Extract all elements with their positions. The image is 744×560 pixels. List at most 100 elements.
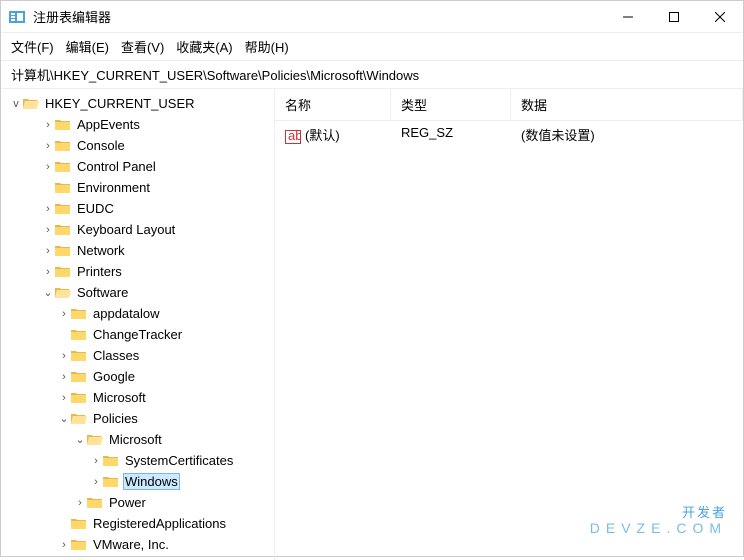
folder-open-icon xyxy=(55,286,71,300)
tree-item-label: Power xyxy=(107,495,148,510)
tree-item-label: Printers xyxy=(75,264,124,279)
tree-item-label: ChangeTracker xyxy=(91,327,184,342)
chevron-right-icon[interactable]: › xyxy=(41,161,55,173)
folder-icon xyxy=(55,160,71,174)
menu-view[interactable]: 查看(V) xyxy=(121,37,164,56)
folder-open-icon xyxy=(87,433,103,447)
tree-item[interactable]: › Printers xyxy=(1,261,274,282)
chevron-down-icon[interactable]: ⌄ xyxy=(41,286,55,299)
tree-item[interactable]: ⌄ Software xyxy=(1,282,274,303)
col-name[interactable]: 名称 xyxy=(275,89,391,120)
chevron-right-icon[interactable]: › xyxy=(41,245,55,257)
folder-icon xyxy=(71,370,87,384)
tree-item-label: appdatalow xyxy=(91,306,162,321)
folder-icon xyxy=(71,517,87,531)
folder-open-icon xyxy=(23,97,39,111)
tree-item[interactable]: RegisteredApplications xyxy=(1,513,274,534)
chevron-right-icon[interactable]: › xyxy=(41,224,55,236)
address-bar[interactable]: 计算机\HKEY_CURRENT_USER\Software\Policies\… xyxy=(1,61,743,89)
svg-text:ab: ab xyxy=(288,130,301,143)
window-controls xyxy=(605,1,743,33)
col-type[interactable]: 类型 xyxy=(391,89,511,120)
folder-icon xyxy=(55,202,71,216)
tree-item[interactable]: ⌄ Policies xyxy=(1,408,274,429)
tree-item-label: Microsoft xyxy=(91,390,148,405)
folder-icon xyxy=(55,181,71,195)
tree-item-label: Classes xyxy=(91,348,141,363)
chevron-down-icon[interactable]: v xyxy=(9,98,23,110)
menu-file[interactable]: 文件(F) xyxy=(11,37,54,56)
tree-item[interactable]: › Power xyxy=(1,492,274,513)
tree-item-label: Control Panel xyxy=(75,159,158,174)
menu-favorites[interactable]: 收藏夹(A) xyxy=(176,37,232,56)
tree-item-label: Google xyxy=(91,369,137,384)
tree-item[interactable]: ›Windows xyxy=(1,471,274,492)
folder-icon xyxy=(103,475,119,489)
chevron-right-icon[interactable]: › xyxy=(41,266,55,278)
tree-item[interactable]: › Console xyxy=(1,135,274,156)
folder-icon xyxy=(103,454,119,468)
tree-item-label: Software xyxy=(75,285,130,300)
folder-open-icon xyxy=(71,412,87,426)
chevron-right-icon[interactable]: › xyxy=(57,350,71,362)
menu-help[interactable]: 帮助(H) xyxy=(245,37,289,56)
tree-item[interactable]: › Keyboard Layout xyxy=(1,219,274,240)
tree-item[interactable]: › Classes xyxy=(1,345,274,366)
tree-item[interactable]: › SystemCertificates xyxy=(1,450,274,471)
tree-item[interactable]: ›Wow6432Node xyxy=(1,555,274,560)
tree-item[interactable]: Environment xyxy=(1,177,274,198)
chevron-right-icon[interactable]: › xyxy=(89,476,103,488)
folder-icon xyxy=(71,538,87,552)
tree-item[interactable]: ⌄Microsoft xyxy=(1,429,274,450)
value-data: (数值未设置) xyxy=(511,121,743,148)
chevron-right-icon[interactable]: › xyxy=(41,140,55,152)
tree-item-label: SystemCertificates xyxy=(123,453,235,468)
app-icon xyxy=(9,9,25,25)
close-button[interactable] xyxy=(697,1,743,33)
tree-item[interactable]: › VMware, Inc. xyxy=(1,534,274,555)
chevron-right-icon[interactable]: › xyxy=(57,308,71,320)
path-text: 计算机\HKEY_CURRENT_USER\Software\Policies\… xyxy=(11,68,419,83)
maximize-button[interactable] xyxy=(651,1,697,33)
tree-item-label: Policies xyxy=(91,411,140,426)
chevron-right-icon[interactable]: › xyxy=(73,497,87,509)
chevron-down-icon[interactable]: ⌄ xyxy=(73,433,87,446)
value-type: REG_SZ xyxy=(391,121,511,148)
folder-icon xyxy=(71,328,87,342)
tree-item[interactable]: › appdatalow xyxy=(1,303,274,324)
folder-icon xyxy=(87,496,103,510)
menu-edit[interactable]: 编辑(E) xyxy=(66,37,109,56)
tree-item[interactable]: › Control Panel xyxy=(1,156,274,177)
chevron-right-icon[interactable]: › xyxy=(57,371,71,383)
titlebar: 注册表编辑器 xyxy=(1,1,743,33)
menubar: 文件(F) 编辑(E) 查看(V) 收藏夹(A) 帮助(H) xyxy=(1,33,743,61)
folder-icon xyxy=(55,244,71,258)
tree-view[interactable]: vHKEY_CURRENT_USER›AppEvents›Console›Con… xyxy=(1,89,275,560)
chevron-right-icon[interactable]: › xyxy=(41,119,55,131)
value-row[interactable]: ab (默认) REG_SZ(数值未设置) xyxy=(275,121,743,148)
tree-item[interactable]: › EUDC xyxy=(1,198,274,219)
chevron-right-icon[interactable]: › xyxy=(89,455,103,467)
tree-item[interactable]: ›AppEvents xyxy=(1,114,274,135)
chevron-right-icon[interactable]: › xyxy=(57,539,71,551)
tree-item[interactable]: › Google xyxy=(1,366,274,387)
tree-item-label: Console xyxy=(75,138,127,153)
folder-icon xyxy=(71,391,87,405)
chevron-right-icon[interactable]: › xyxy=(41,203,55,215)
value-name: (默认) xyxy=(305,128,340,143)
minimize-button[interactable] xyxy=(605,1,651,33)
tree-item-label: Network xyxy=(75,243,127,258)
col-data[interactable]: 数据 xyxy=(511,89,743,120)
tree-item[interactable]: › Network xyxy=(1,240,274,261)
tree-item-label: Keyboard Layout xyxy=(75,222,177,237)
tree-item[interactable]: › Microsoft xyxy=(1,387,274,408)
tree-item-label: VMware, Inc. xyxy=(91,537,171,552)
chevron-right-icon[interactable]: › xyxy=(57,392,71,404)
tree-item-root[interactable]: vHKEY_CURRENT_USER xyxy=(1,93,274,114)
tree-item-label: RegisteredApplications xyxy=(91,516,228,531)
main-area: vHKEY_CURRENT_USER›AppEvents›Console›Con… xyxy=(1,89,743,560)
tree-item[interactable]: ChangeTracker xyxy=(1,324,274,345)
chevron-down-icon[interactable]: ⌄ xyxy=(57,412,71,425)
folder-icon xyxy=(55,118,71,132)
tree-item-label: EUDC xyxy=(75,201,116,216)
